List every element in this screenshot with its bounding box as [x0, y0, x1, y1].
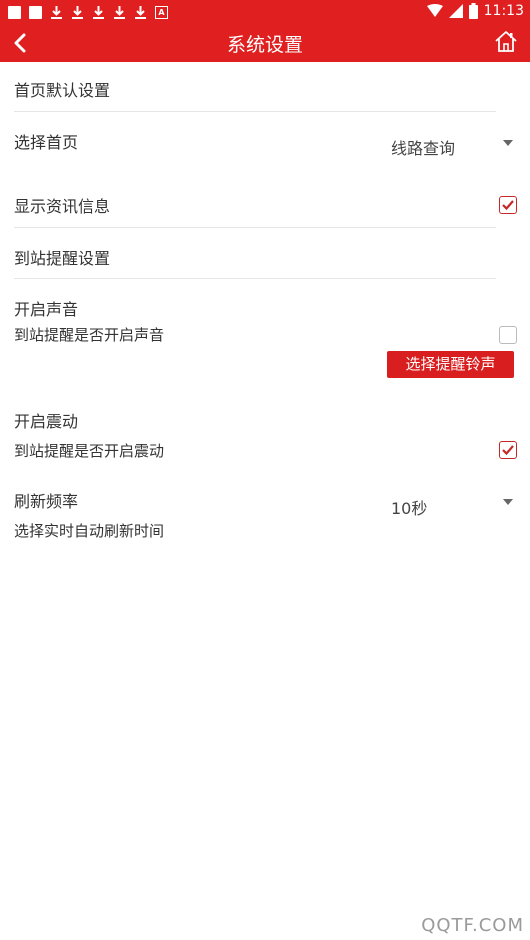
- home-icon[interactable]: [494, 29, 518, 53]
- download-icon: [71, 4, 84, 20]
- status-bar: A 11:13: [0, 0, 530, 24]
- vibrate-description: 到站提醒是否开启震动: [14, 442, 165, 460]
- refresh-description: 选择实时自动刷新时间: [14, 522, 165, 540]
- show-news-checkbox[interactable]: [499, 196, 517, 214]
- page-title: 系统设置: [226, 34, 303, 56]
- notification-icons: A: [8, 4, 168, 20]
- sound-description: 到站提醒是否开启声音: [14, 326, 165, 344]
- download-icon: [134, 4, 147, 20]
- square-icon: [29, 5, 42, 19]
- download-icon: [113, 4, 126, 20]
- checkmark-icon: [502, 445, 514, 456]
- system-indicators: 11:13: [426, 3, 524, 19]
- homepage-select[interactable]: 线路查询: [385, 128, 517, 160]
- wifi-icon: [426, 4, 443, 17]
- section-header-homepage: 首页默认设置: [14, 81, 111, 100]
- show-news-label: 显示资讯信息: [14, 197, 111, 216]
- checkmark-icon: [502, 200, 514, 211]
- divider: [14, 227, 496, 228]
- clock-time: 11:13: [483, 3, 524, 19]
- refresh-select[interactable]: 10秒: [385, 487, 517, 519]
- signal-icon: [448, 4, 463, 18]
- refresh-select-value: 10秒: [391, 499, 428, 518]
- refresh-label: 刷新频率: [14, 492, 79, 511]
- chevron-down-icon: [503, 499, 513, 505]
- select-homepage-label: 选择首页: [14, 133, 79, 152]
- section-header-arrival-reminder: 到站提醒设置: [14, 249, 111, 268]
- sound-label: 开启声音: [14, 300, 79, 319]
- chevron-down-icon: [503, 140, 513, 146]
- homepage-select-value: 线路查询: [391, 139, 456, 158]
- a-box-icon: A: [155, 5, 168, 19]
- battery-icon: [468, 3, 478, 19]
- sound-checkbox[interactable]: [499, 326, 517, 344]
- square-icon: [8, 5, 21, 19]
- vibrate-checkbox[interactable]: [499, 441, 517, 459]
- app-bar: 系统设置: [0, 24, 530, 62]
- divider: [14, 278, 496, 279]
- vibrate-label: 开启震动: [14, 412, 79, 431]
- download-icon: [92, 4, 105, 20]
- divider: [14, 111, 496, 112]
- watermark: QQTF.COM: [421, 915, 524, 936]
- select-ringtone-button[interactable]: 选择提醒铃声: [387, 351, 514, 378]
- download-icon: [50, 4, 63, 20]
